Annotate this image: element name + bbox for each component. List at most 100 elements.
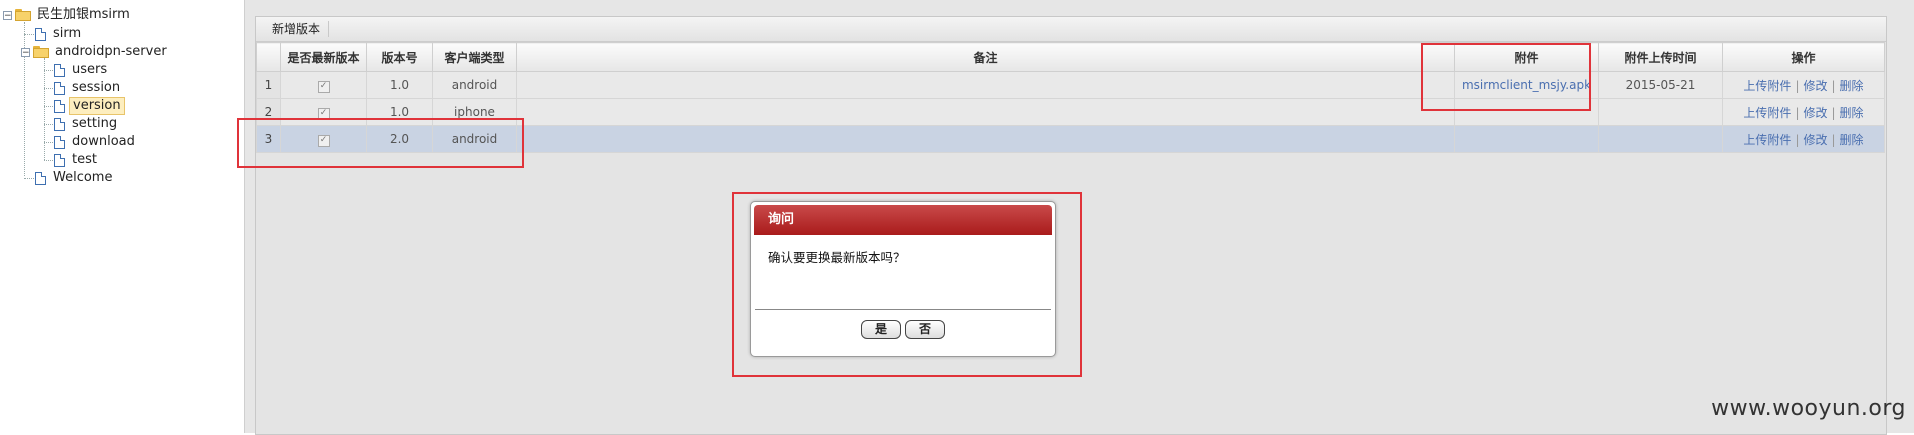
toolbar: 新增版本: [256, 17, 1886, 42]
row-number: 3: [256, 125, 281, 153]
table-row[interactable]: 2 ✓ 1.0 iphone 上传附件 | 修改 | 删除: [256, 98, 1885, 126]
actions-cell: 上传附件 | 修改 | 删除: [1722, 98, 1885, 126]
dialog-title: 询问: [754, 205, 1052, 235]
confirm-dialog: 询问 确认要更换最新版本吗？ 是 否: [750, 201, 1056, 357]
file-icon: [54, 99, 65, 113]
collapse-icon[interactable]: −: [3, 10, 12, 20]
column-header-attachment[interactable]: 附件: [1454, 42, 1599, 72]
tree-node-version[interactable]: version: [54, 97, 125, 115]
main-content: 新增版本 是否最新版本 版本号 客户端类型 备注 附件 附件上传时间 操作 1 …: [244, 0, 1914, 435]
upload-attachment-link[interactable]: 上传附件: [1743, 79, 1791, 93]
no-button[interactable]: 否: [905, 320, 945, 339]
attachment-cell: [1454, 98, 1599, 126]
edit-link[interactable]: 修改: [1803, 106, 1827, 120]
tree-node-session[interactable]: session: [54, 79, 123, 97]
file-icon: [35, 171, 46, 185]
column-header-client-type[interactable]: 客户端类型: [432, 42, 517, 72]
delete-link[interactable]: 删除: [1840, 133, 1864, 147]
attachment-link[interactable]: msirmclient_msjy.apk: [1462, 78, 1591, 92]
watermark: www.wooyun.org: [1711, 396, 1906, 421]
tree-node-label: version: [69, 97, 125, 115]
tree-node-welcome[interactable]: Welcome: [35, 169, 115, 187]
table-row-selected[interactable]: 3 ✓ 2.0 android 上传附件 | 修改 | 删除: [256, 125, 1885, 153]
delete-link[interactable]: 删除: [1840, 106, 1864, 120]
row-number-header: [256, 42, 281, 72]
tree-root-label: 民生加银msirm: [37, 7, 130, 22]
client-type-cell: android: [432, 125, 517, 153]
tree-node-sirm[interactable]: sirm: [35, 25, 84, 43]
tree-node-label: setting: [72, 116, 118, 131]
latest-checkbox: ✓: [317, 135, 330, 147]
version-cell: 1.0: [366, 71, 433, 99]
add-version-button[interactable]: 新增版本: [256, 21, 330, 37]
tree-node-label: androidpn-server: [55, 44, 167, 59]
separator: |: [1795, 132, 1800, 147]
separator: |: [1831, 78, 1836, 93]
remark-cell: [516, 71, 1455, 99]
yes-button[interactable]: 是: [861, 320, 901, 339]
upload-attachment-link[interactable]: 上传附件: [1743, 106, 1791, 120]
latest-checkbox-cell: ✓: [280, 125, 367, 153]
version-panel: 新增版本 是否最新版本 版本号 客户端类型 备注 附件 附件上传时间 操作 1 …: [255, 16, 1887, 435]
tree-node-setting[interactable]: setting: [54, 115, 120, 133]
edit-link[interactable]: 修改: [1803, 79, 1827, 93]
attachment-cell: msirmclient_msjy.apk: [1454, 71, 1599, 99]
row-number: 2: [256, 98, 281, 126]
upload-time-cell: [1598, 98, 1723, 126]
table-header: 是否最新版本 版本号 客户端类型 备注 附件 附件上传时间 操作: [256, 42, 1885, 72]
tree-node-root[interactable]: − 民生加银msirm: [3, 6, 133, 24]
version-cell: 1.0: [366, 98, 433, 126]
file-icon: [54, 135, 65, 149]
upload-time-cell: 2015-05-21: [1598, 71, 1723, 99]
row-number: 1: [256, 71, 281, 99]
actions-cell: 上传附件 | 修改 | 删除: [1722, 71, 1885, 99]
latest-checkbox-cell: ✓: [280, 71, 367, 99]
column-header-actions[interactable]: 操作: [1722, 42, 1885, 72]
tree-node-label: users: [72, 62, 108, 77]
column-header-version[interactable]: 版本号: [366, 42, 433, 72]
separator: |: [1831, 132, 1836, 147]
folder-open-icon: [15, 9, 31, 21]
tree-node-users[interactable]: users: [54, 61, 110, 79]
upload-attachment-link[interactable]: 上传附件: [1743, 133, 1791, 147]
upload-time-cell: [1598, 125, 1723, 153]
client-type-cell: android: [432, 71, 517, 99]
table-row[interactable]: 1 ✓ 1.0 android msirmclient_msjy.apk 201…: [256, 71, 1885, 99]
file-icon: [54, 81, 65, 95]
version-table: 是否最新版本 版本号 客户端类型 备注 附件 附件上传时间 操作 1 ✓ 1.0…: [256, 42, 1885, 153]
tree-node-label: test: [72, 152, 97, 167]
dialog-divider: [755, 309, 1051, 310]
latest-checkbox: ✓: [317, 108, 330, 120]
file-icon: [54, 153, 65, 167]
actions-cell: 上传附件 | 修改 | 删除: [1722, 125, 1885, 153]
tree-node-label: Welcome: [53, 170, 113, 185]
tree-node-label: session: [72, 80, 121, 95]
latest-checkbox: ✓: [317, 81, 330, 93]
remark-cell: [516, 125, 1455, 153]
collapse-icon[interactable]: −: [21, 47, 30, 57]
latest-checkbox-cell: ✓: [280, 98, 367, 126]
delete-link[interactable]: 删除: [1840, 79, 1864, 93]
dialog-message: 确认要更换最新版本吗？: [768, 250, 906, 265]
tree-node-test[interactable]: test: [54, 151, 100, 169]
remark-cell: [516, 98, 1455, 126]
attachment-cell: [1454, 125, 1599, 153]
tree-node-download[interactable]: download: [54, 133, 138, 151]
client-type-cell: iphone: [432, 98, 517, 126]
version-cell: 2.0: [366, 125, 433, 153]
folder-open-icon: [33, 46, 49, 58]
separator: |: [1795, 78, 1800, 93]
file-icon: [35, 27, 46, 41]
separator: |: [1831, 105, 1836, 120]
separator: |: [1795, 105, 1800, 120]
navigation-tree: − 民生加银msirm sirm − androidpn-server user…: [0, 0, 244, 433]
column-header-upload-time[interactable]: 附件上传时间: [1598, 42, 1723, 72]
dialog-buttons: 是 否: [751, 320, 1055, 339]
file-icon: [54, 63, 65, 77]
tree-node-label: sirm: [53, 26, 82, 41]
file-icon: [54, 117, 65, 131]
edit-link[interactable]: 修改: [1803, 133, 1827, 147]
tree-node-label: download: [72, 134, 135, 149]
column-header-remark[interactable]: 备注: [516, 42, 1455, 72]
column-header-latest[interactable]: 是否最新版本: [280, 42, 367, 72]
